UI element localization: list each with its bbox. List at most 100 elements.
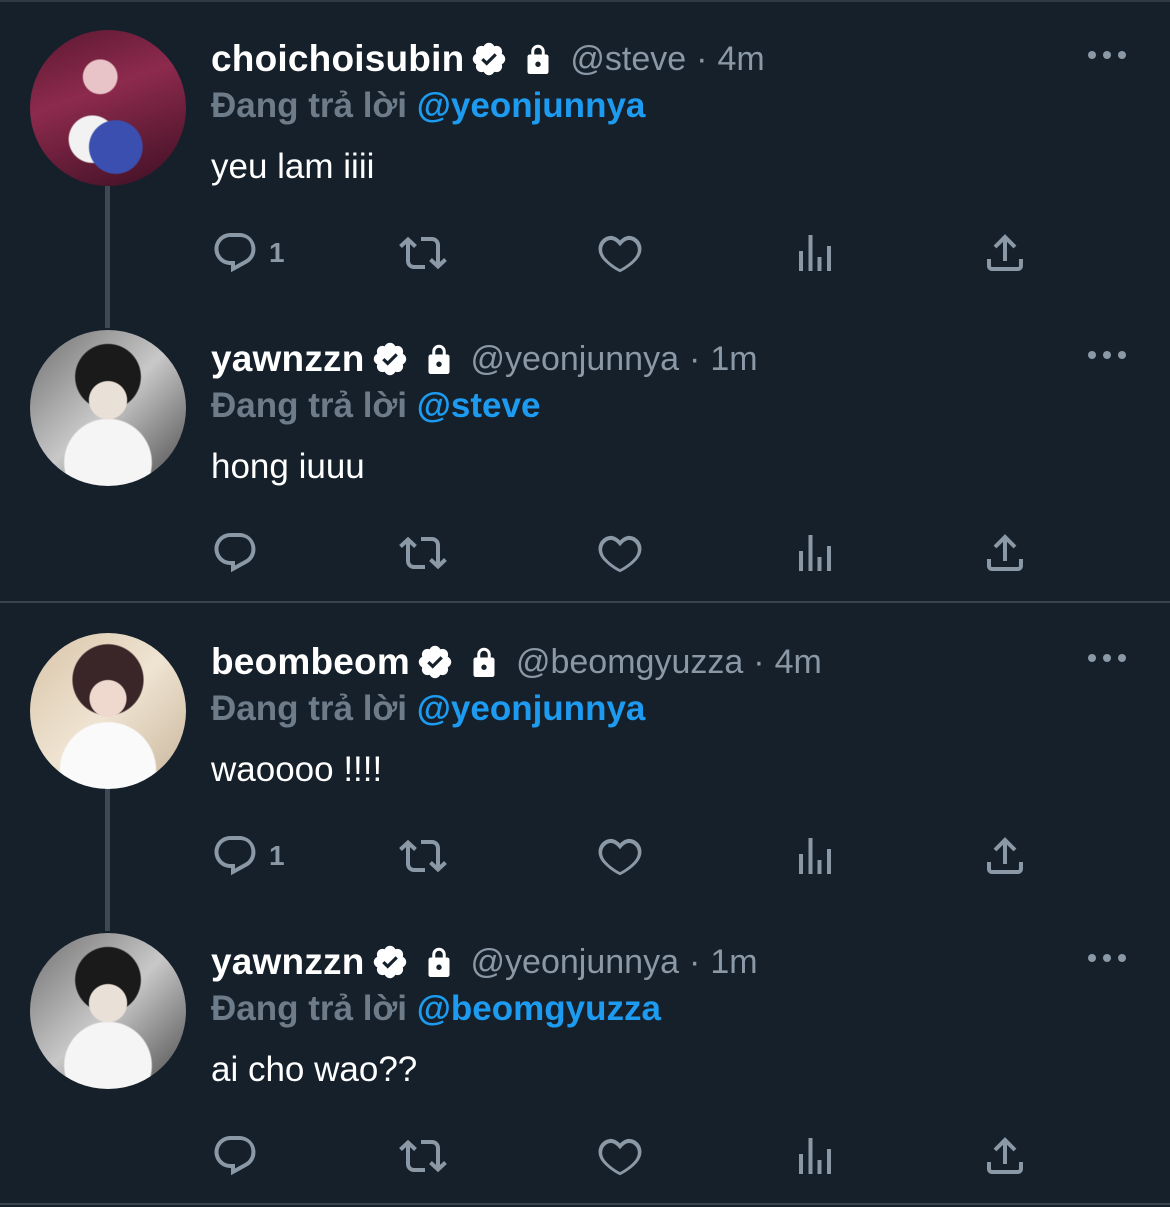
action-bar — [211, 1131, 1031, 1181]
like-button[interactable] — [596, 528, 644, 578]
timestamp[interactable]: 4m — [718, 40, 765, 79]
thread-1: choichoisubin @steve · 4m Đang trả lời @… — [0, 0, 1170, 603]
share-icon — [987, 1137, 1023, 1174]
verified-badge-icon — [373, 342, 406, 376]
stats-icon — [799, 1138, 831, 1174]
share-button[interactable] — [981, 528, 1029, 578]
display-name[interactable]: yawnzzn — [211, 941, 365, 983]
stats-icon — [799, 838, 831, 874]
reply-to-handle[interactable]: @beomgyuzza — [417, 989, 661, 1028]
more-icon[interactable] — [1088, 47, 1126, 63]
lock-icon — [428, 344, 450, 374]
share-button[interactable] — [981, 228, 1029, 278]
reply-button[interactable]: 1 — [211, 228, 285, 278]
reply-to-handle[interactable]: @yeonjunnya — [417, 86, 646, 125]
reply-prefix: Đang trả lời — [211, 86, 408, 125]
like-button[interactable] — [596, 228, 644, 278]
retweet-icon — [399, 839, 447, 873]
lock-icon — [527, 44, 549, 74]
reply-icon — [214, 1136, 256, 1176]
separator: · — [696, 39, 708, 78]
reply-to-handle[interactable]: @steve — [417, 386, 541, 425]
reply-count: 1 — [269, 840, 285, 871]
share-button[interactable] — [981, 831, 1029, 881]
tweet[interactable]: yawnzzn @yeonjunnya · 1m Đang trả lời @s… — [0, 300, 1170, 600]
share-icon — [987, 534, 1023, 571]
like-icon — [598, 235, 642, 273]
stats-icon — [799, 535, 831, 571]
like-icon — [598, 1138, 642, 1176]
reply-prefix: Đang trả lời — [211, 989, 408, 1028]
stats-button[interactable] — [791, 831, 839, 881]
reply-icon — [214, 233, 256, 273]
reply-button[interactable]: 1 — [211, 831, 285, 881]
bottom-divider — [0, 1203, 1170, 1205]
stats-button[interactable] — [791, 1131, 839, 1181]
separator: · — [688, 942, 701, 981]
tweet-header: yawnzzn @yeonjunnya · 1m — [211, 937, 758, 987]
reply-to-handle[interactable]: @yeonjunnya — [417, 689, 646, 728]
replying-to: Đang trả lời @steve — [211, 386, 540, 426]
handle[interactable]: @yeonjunnya — [471, 943, 679, 982]
thread-2: beombeom @beomgyuzza · 4m Đang trả lời @… — [0, 603, 1170, 1207]
reply-prefix: Đang trả lời — [211, 386, 408, 425]
timestamp[interactable]: 1m — [710, 943, 757, 982]
timestamp[interactable]: 1m — [710, 340, 757, 379]
retweet-button[interactable] — [399, 228, 447, 278]
reply-count: 1 — [269, 237, 285, 268]
timestamp[interactable]: 4m — [775, 643, 822, 682]
handle[interactable]: @steve — [570, 40, 686, 79]
replying-to: Đang trả lời @beomgyuzza — [211, 989, 661, 1029]
display-name[interactable]: yawnzzn — [211, 338, 365, 380]
more-icon[interactable] — [1088, 950, 1126, 966]
verified-badge-icon — [473, 42, 506, 76]
avatar[interactable] — [30, 330, 186, 486]
reply-button[interactable] — [211, 528, 269, 578]
tweet[interactable]: beombeom @beomgyuzza · 4m Đang trả lời @… — [0, 603, 1170, 903]
like-icon — [598, 535, 642, 573]
retweet-icon — [399, 536, 447, 570]
like-button[interactable] — [596, 1131, 644, 1181]
retweet-button[interactable] — [399, 1131, 447, 1181]
tweet[interactable]: yawnzzn @yeonjunnya · 1m Đang trả lời @b… — [0, 903, 1170, 1203]
like-icon — [598, 838, 642, 876]
handle[interactable]: @yeonjunnya — [471, 340, 679, 379]
action-bar: 1 — [211, 228, 1031, 278]
lock-icon — [473, 647, 495, 677]
tweet-header: yawnzzn @yeonjunnya · 1m — [211, 334, 758, 384]
share-button[interactable] — [981, 1131, 1029, 1181]
tweet-text: waoooo !!!! — [211, 750, 383, 789]
tweet-feed: choichoisubin @steve · 4m Đang trả lời @… — [0, 0, 1170, 1207]
avatar[interactable] — [30, 30, 186, 186]
share-icon — [987, 234, 1023, 271]
lock-icon — [428, 947, 450, 977]
retweet-button[interactable] — [399, 831, 447, 881]
reply-icon — [214, 836, 256, 876]
handle[interactable]: @beomgyuzza — [516, 643, 743, 682]
stats-button[interactable] — [791, 228, 839, 278]
share-icon — [987, 837, 1023, 874]
retweet-icon — [399, 236, 447, 270]
replying-to: Đang trả lời @yeonjunnya — [211, 689, 645, 729]
more-icon[interactable] — [1088, 347, 1126, 363]
tweet[interactable]: choichoisubin @steve · 4m Đang trả lời @… — [0, 0, 1170, 300]
verified-badge-icon — [418, 645, 452, 679]
stats-icon — [799, 235, 831, 271]
like-button[interactable] — [596, 831, 644, 881]
reply-prefix: Đang trả lời — [211, 689, 408, 728]
reply-button[interactable] — [211, 1131, 269, 1181]
tweet-text: ai cho wao?? — [211, 1050, 418, 1089]
avatar[interactable] — [30, 933, 186, 1089]
stats-button[interactable] — [791, 528, 839, 578]
display-name[interactable]: choichoisubin — [211, 38, 464, 80]
more-icon[interactable] — [1088, 650, 1126, 666]
tweet-header: beombeom @beomgyuzza · 4m — [211, 637, 822, 687]
reply-icon — [214, 533, 256, 573]
retweet-button[interactable] — [399, 528, 447, 578]
tweet-text: hong iuuu — [211, 447, 365, 486]
separator: · — [753, 642, 765, 681]
avatar[interactable] — [30, 633, 186, 789]
separator: · — [688, 339, 701, 378]
display-name[interactable]: beombeom — [211, 641, 410, 683]
action-bar — [211, 528, 1031, 578]
